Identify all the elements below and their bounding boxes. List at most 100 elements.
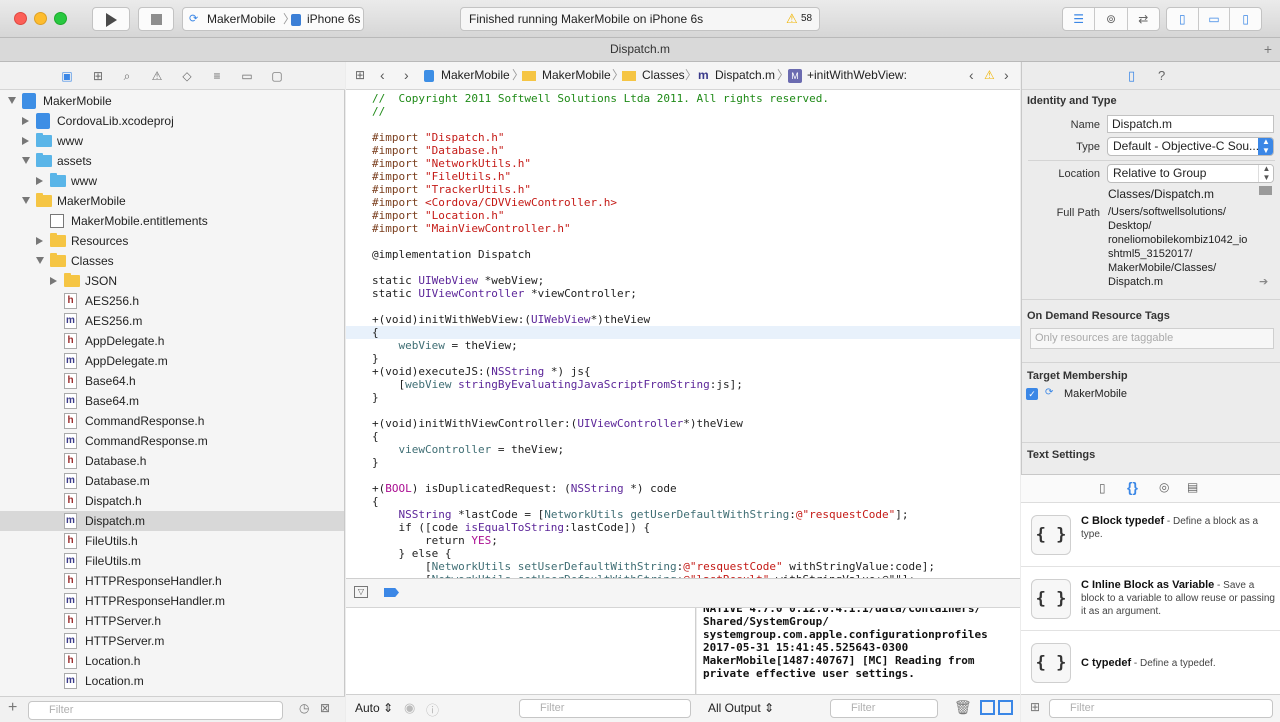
reveal-in-finder-icon[interactable]: ➔ [1259,275,1268,288]
snippet-item[interactable]: { } C Inline Block as Variable - Save a b… [1021,567,1280,631]
variables-view[interactable] [346,608,696,694]
tree-item[interactable]: m CommandResponse.m [0,431,344,451]
disclosure-closed-icon[interactable] [22,117,29,125]
file-inspector-icon[interactable]: ▯ [1128,68,1135,84]
tree-item[interactable]: h FileUtils.h [0,531,344,551]
device-name[interactable]: iPhone 6s [307,8,360,30]
tree-item[interactable]: m Location.m [0,671,344,691]
disclosure-open-icon[interactable] [22,197,30,204]
tree-item[interactable]: h AES256.h [0,291,344,311]
add-tab-icon[interactable]: + [1264,38,1272,61]
tree-item[interactable]: MakerMobile [0,191,344,211]
debug-toggle-icon[interactable]: ▭ [1199,8,1231,30]
tree-item[interactable]: www [0,171,344,191]
tree-item[interactable]: Classes [0,251,344,271]
breakpoint-nav-icon[interactable]: ▭ [239,69,255,83]
disclosure-closed-icon[interactable] [36,237,43,245]
disclosure-closed-icon[interactable] [22,137,29,145]
minimize-window-button[interactable] [34,12,47,25]
version-editor-icon[interactable]: ⇄ [1128,8,1159,30]
info-icon[interactable]: ⓘ [426,700,439,719]
breakpoints-toggle-icon[interactable] [384,588,399,597]
code-snippet-icon[interactable]: {} [1127,479,1138,495]
variables-scope-popup[interactable]: Auto ⇕ [355,701,393,715]
output-popup[interactable]: All Output ⇕ [708,701,774,715]
console-output[interactable]: NATIVE 4.7.0 0.12.0.4.1.1/data/Container… [697,608,1020,694]
stop-button[interactable] [138,7,174,31]
type-popup[interactable]: Default - Objective-C Sou... ▲ ▼ [1107,137,1274,156]
media-library-icon[interactable]: ▤ [1187,480,1198,494]
recent-files-icon[interactable]: ◷ [299,701,309,715]
tree-item[interactable]: CordovaLib.xcodeproj [0,111,344,131]
tree-item[interactable]: h Location.h [0,651,344,671]
previous-issue-icon[interactable]: ‹ [969,62,974,89]
crumb-file[interactable]: Dispatch.m [715,62,775,89]
tree-item[interactable]: h HTTPResponseHandler.h [0,571,344,591]
trash-icon[interactable]: 🗑 [954,699,972,716]
quick-help-icon[interactable]: ? [1158,68,1165,83]
tree-item[interactable]: h AppDelegate.h [0,331,344,351]
warning-count[interactable]: 58 [801,8,812,30]
tree-item[interactable]: h HTTPServer.h [0,611,344,631]
library-filter-input[interactable]: Filter [1049,699,1273,718]
forward-icon[interactable]: › [404,62,409,89]
disclosure-open-icon[interactable] [8,97,16,104]
disclosure-closed-icon[interactable] [50,277,57,285]
eye-icon[interactable]: ◉ [404,700,415,716]
close-window-button[interactable] [14,12,27,25]
tree-item[interactable]: h Dispatch.h [0,491,344,511]
warning-icon[interactable]: ⚠ [786,8,798,30]
grid-view-icon[interactable]: ⊞ [1030,700,1040,714]
utilities-toggle-icon[interactable]: ▯ [1230,8,1261,30]
tree-item[interactable]: m HTTPResponseHandler.m [0,591,344,611]
tab-title[interactable]: Dispatch.m [610,42,670,56]
variables-filter-input[interactable]: Filter [519,699,691,718]
tree-item[interactable]: MakerMobile [0,91,344,111]
navigator-toggle-icon[interactable]: ▯ [1167,8,1199,30]
tree-item[interactable]: m FileUtils.m [0,551,344,571]
filter-options-icon[interactable]: ⊠ [320,701,330,715]
debug-nav-icon[interactable]: ≡ [209,69,225,83]
tree-item[interactable]: www [0,131,344,151]
show-variables-icon[interactable] [980,700,995,715]
disclosure-closed-icon[interactable] [36,177,43,185]
zoom-window-button[interactable] [54,12,67,25]
name-field[interactable]: Dispatch.m [1107,115,1274,133]
choose-file-folder-icon[interactable] [1259,186,1272,195]
tree-item[interactable]: assets [0,151,344,171]
tree-item[interactable]: h CommandResponse.h [0,411,344,431]
tree-item[interactable]: m AppDelegate.m [0,351,344,371]
tree-item[interactable]: JSON [0,271,344,291]
show-console-icon[interactable] [998,700,1013,715]
add-icon[interactable]: + [8,699,17,717]
tree-item[interactable]: m Base64.m [0,391,344,411]
object-library-icon[interactable]: ◎ [1159,480,1169,494]
symbol-nav-icon[interactable]: ⊞ [90,69,106,83]
scheme-selector[interactable]: ⟳ MakerMobile 〉 iPhone 6s [182,7,364,31]
crumb-project[interactable]: MakerMobile [441,62,510,89]
location-popup[interactable]: Relative to Group ▲ ▼ [1107,164,1274,183]
crumb-group[interactable]: MakerMobile [542,62,611,89]
crumb-classes[interactable]: Classes [642,62,685,89]
snippet-item[interactable]: { } C typedef - Define a typedef. [1021,631,1280,695]
tree-item[interactable]: m Database.m [0,471,344,491]
file-template-icon[interactable]: ▯ [1099,481,1106,495]
tree-item[interactable]: Resources [0,231,344,251]
tree-item[interactable]: h Database.h [0,451,344,471]
tree-item[interactable]: h Base64.h [0,371,344,391]
hide-debug-area-icon[interactable]: ▽ [354,586,368,598]
odr-tags-field[interactable]: Only resources are taggable [1030,328,1274,349]
tree-item[interactable]: m HTTPServer.m [0,631,344,651]
console-filter-input[interactable]: Filter [830,699,938,718]
disclosure-open-icon[interactable] [22,157,30,164]
target-checkbox[interactable]: ✓ [1026,388,1038,400]
warning-icon[interactable]: ⚠ [984,62,995,89]
back-icon[interactable]: ‹ [380,62,385,89]
snippet-item[interactable]: { } C Block typedef - Define a block as a… [1021,503,1280,567]
search-icon[interactable]: ⌕ [119,69,135,83]
next-issue-icon[interactable]: › [1004,62,1009,89]
tree-item[interactable]: m Dispatch.m [0,511,344,531]
navigator-filter-input[interactable]: Filter [28,701,283,720]
report-nav-icon[interactable]: ▢ [269,69,285,83]
crumb-method[interactable]: +initWithWebView: [807,62,907,89]
